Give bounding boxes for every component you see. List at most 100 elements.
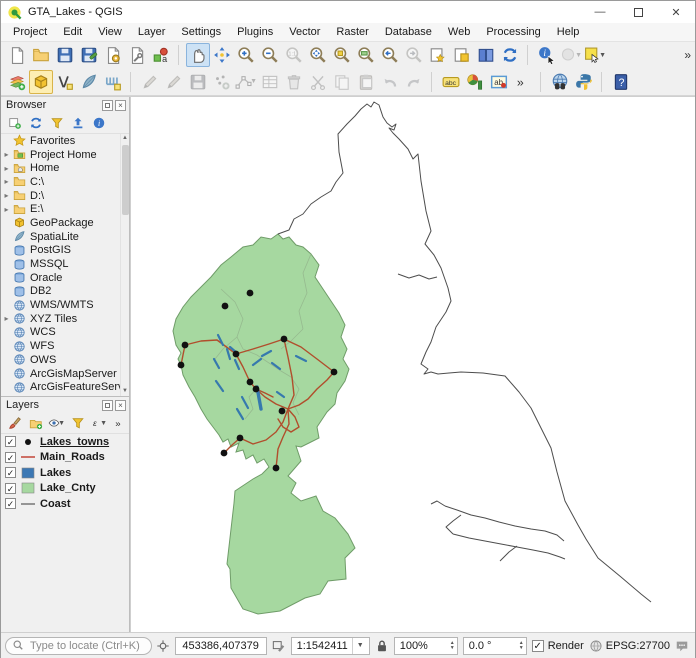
new-print-layout-icon[interactable] xyxy=(101,43,125,67)
rotation-spinbox[interactable]: 0.0 ° ▲▼ xyxy=(463,637,527,655)
browser-item-db2[interactable]: DB2 xyxy=(1,285,120,299)
magnifier-spinbox[interactable]: 100% ▲▼ xyxy=(394,637,458,655)
browser-close-button[interactable]: × xyxy=(115,100,126,111)
scale-combo[interactable]: 1:1542411 ▼ xyxy=(291,637,370,655)
scroll-up-icon[interactable]: ▲ xyxy=(122,134,128,143)
style-manager-icon[interactable]: a xyxy=(149,43,173,67)
layer-visibility-checkbox[interactable]: ✓ xyxy=(5,498,16,509)
browser-item-arcgismapserver[interactable]: ArcGisMapServer xyxy=(1,367,120,381)
lock-scale-icon[interactable] xyxy=(375,639,389,653)
add-group-icon[interactable] xyxy=(26,414,45,433)
show-layout-manager-icon[interactable] xyxy=(125,43,149,67)
menu-web[interactable]: Web xyxy=(440,24,478,40)
zoom-to-layer-icon[interactable] xyxy=(354,43,378,67)
layer-visibility-checkbox[interactable]: ✓ xyxy=(5,467,16,478)
browser-item-spatialite[interactable]: SpatiaLite xyxy=(1,230,120,244)
browser-item-mssql[interactable]: MSSQL xyxy=(1,257,120,271)
render-checkbox[interactable]: ✓ Render xyxy=(532,640,584,652)
layer-visibility-checkbox[interactable]: ✓ xyxy=(5,483,16,494)
browser-item-favorites[interactable]: Favorites xyxy=(1,134,120,148)
identify-features-icon[interactable]: i xyxy=(535,43,559,67)
filter-legend-icon[interactable] xyxy=(68,414,87,433)
select-by-area-icon[interactable]: ▼ xyxy=(583,43,607,67)
layer-diagram-options-icon[interactable] xyxy=(463,70,487,94)
help-contents-icon[interactable]: ? xyxy=(609,70,633,94)
messages-icon[interactable] xyxy=(675,639,689,653)
temporal-controller-icon[interactable] xyxy=(474,43,498,67)
crs-status-button[interactable]: EPSG:27700 xyxy=(589,639,670,653)
scroll-down-icon[interactable]: ▼ xyxy=(122,387,128,396)
refresh-map-icon[interactable] xyxy=(498,43,522,67)
layer-row-lakes_towns[interactable]: ✓Lakes_towns xyxy=(1,434,129,450)
browser-item-wms-wmts[interactable]: WMS/WMTS xyxy=(1,298,120,312)
zoom-out-icon[interactable] xyxy=(258,43,282,67)
menu-help[interactable]: Help xyxy=(549,24,588,40)
python-console-icon[interactable] xyxy=(572,70,596,94)
close-button[interactable]: ✕ xyxy=(657,1,695,23)
properties-widget-icon[interactable]: i xyxy=(89,114,108,133)
menu-database[interactable]: Database xyxy=(377,24,440,40)
browser-item-postgis[interactable]: PostGIS xyxy=(1,244,120,258)
map-canvas[interactable] xyxy=(130,97,695,632)
browser-item-e[interactable]: ▸E:\ xyxy=(1,202,120,216)
browser-item-project-home[interactable]: ▸Project Home xyxy=(1,148,120,162)
pan-map-to-selection-icon[interactable] xyxy=(210,43,234,67)
data-source-manager-icon[interactable] xyxy=(5,70,29,94)
menu-processing[interactable]: Processing xyxy=(478,24,548,40)
toolbar-overflow-icon[interactable]: » xyxy=(680,48,695,62)
browser-item-wfs[interactable]: WFS xyxy=(1,339,120,353)
scale-dropdown-icon[interactable]: ▼ xyxy=(352,638,364,654)
layer-row-lake_cnty[interactable]: ✓Lake_Cnty xyxy=(1,481,129,497)
filter-browser-icon[interactable] xyxy=(47,114,66,133)
menu-raster[interactable]: Raster xyxy=(328,24,376,40)
browser-scrollbar[interactable]: ▲ ▼ xyxy=(120,134,129,396)
new-geopackage-layer-icon[interactable] xyxy=(29,70,53,94)
new-spatial-bookmark-icon[interactable] xyxy=(426,43,450,67)
browser-item-ows[interactable]: OWS xyxy=(1,353,120,367)
browser-item-oracle[interactable]: Oracle xyxy=(1,271,120,285)
layer-row-main_roads[interactable]: ✓Main_Roads xyxy=(1,450,129,466)
menu-vector[interactable]: Vector xyxy=(281,24,328,40)
zoom-last-icon[interactable] xyxy=(378,43,402,67)
toggle-extents-icon[interactable] xyxy=(272,639,286,653)
locator-search-input[interactable]: Type to locate (Ctrl+K) xyxy=(5,637,152,655)
collapse-all-icon[interactable] xyxy=(68,114,87,133)
browser-item-xyz-tiles[interactable]: ▸XYZ Tiles xyxy=(1,312,120,326)
menu-settings[interactable]: Settings xyxy=(173,24,229,40)
new-virtual-layer-icon[interactable] xyxy=(101,70,125,94)
expander-icon[interactable]: ▸ xyxy=(1,205,12,214)
menu-view[interactable]: View xyxy=(90,24,130,40)
coordinate-display[interactable]: 453386,407379 xyxy=(175,637,267,655)
browser-float-button[interactable] xyxy=(102,100,113,111)
expander-icon[interactable]: ▸ xyxy=(1,150,12,159)
layer-labeling-options-icon[interactable]: abc xyxy=(439,70,463,94)
layer-visibility-checkbox[interactable]: ✓ xyxy=(5,452,16,463)
expander-icon[interactable]: ▸ xyxy=(1,314,12,323)
label-toolbar-overflow-icon[interactable]: » xyxy=(511,70,535,94)
expander-icon[interactable]: ▸ xyxy=(1,164,12,173)
expander-icon[interactable]: ▸ xyxy=(1,191,12,200)
new-project-icon[interactable] xyxy=(5,43,29,67)
zoom-in-icon[interactable] xyxy=(234,43,258,67)
zoom-to-selection-icon[interactable] xyxy=(330,43,354,67)
new-shapefile-layer-icon[interactable] xyxy=(53,70,77,94)
render-check-icon[interactable]: ✓ xyxy=(532,640,544,652)
zoom-full-icon[interactable] xyxy=(306,43,330,67)
browser-item-d[interactable]: ▸D:\ xyxy=(1,189,120,203)
browser-item-wcs[interactable]: WCS xyxy=(1,326,120,340)
pan-map-icon[interactable] xyxy=(186,43,210,67)
expander-icon[interactable]: ▸ xyxy=(1,177,12,186)
manage-map-themes-icon[interactable]: ▼ xyxy=(47,414,66,433)
scroll-thumb[interactable] xyxy=(122,145,129,215)
show-spatial-bookmarks-icon[interactable] xyxy=(450,43,474,67)
menu-layer[interactable]: Layer xyxy=(130,24,174,40)
layer-row-coast[interactable]: ✓Coast xyxy=(1,496,129,512)
menu-plugins[interactable]: Plugins xyxy=(229,24,281,40)
coordinate-icon[interactable] xyxy=(156,639,170,653)
minimize-button[interactable]: — xyxy=(581,1,619,23)
refresh-browser-icon[interactable] xyxy=(26,114,45,133)
layer-visibility-checkbox[interactable]: ✓ xyxy=(5,436,16,447)
metasearch-icon[interactable] xyxy=(548,70,572,94)
new-spatialite-layer-icon[interactable] xyxy=(77,70,101,94)
add-selected-layers-icon[interactable] xyxy=(5,114,24,133)
